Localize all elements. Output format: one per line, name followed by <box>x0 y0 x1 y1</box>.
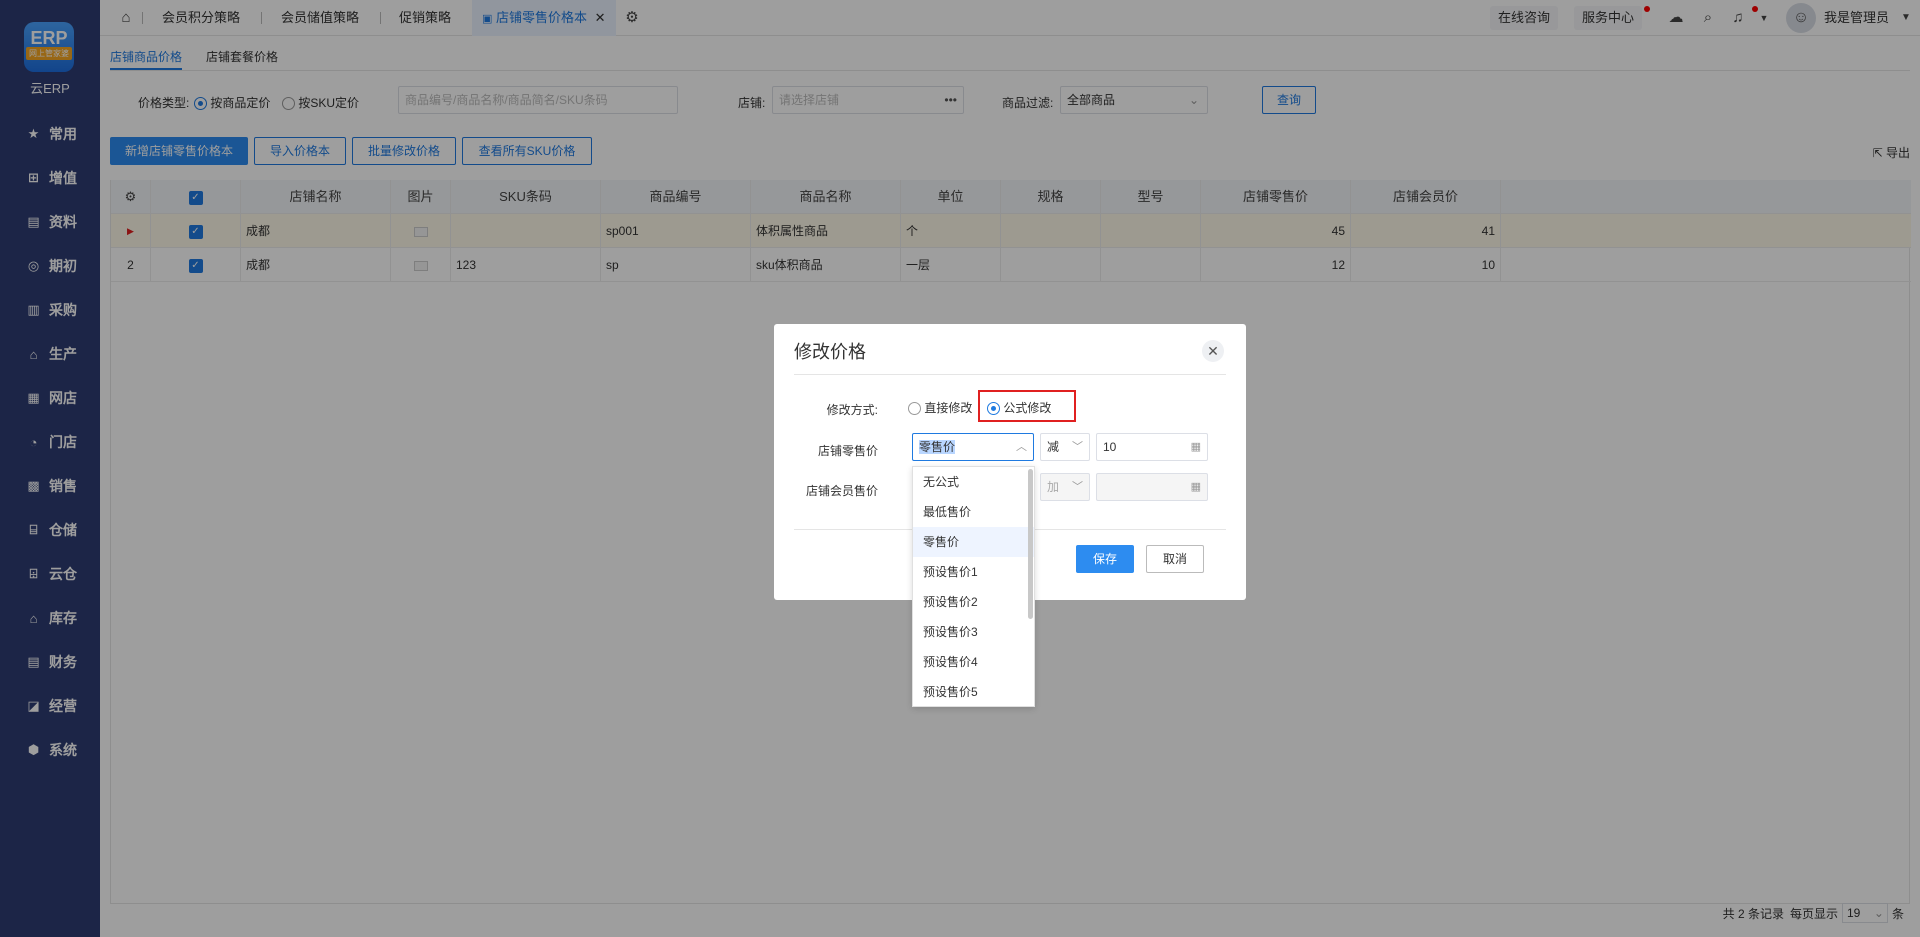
retail-price-label: 店铺零售价 <box>817 444 878 458</box>
radio-formula-modify[interactable]: 公式修改 <box>987 399 1051 416</box>
member-operator-value: 加 <box>1047 480 1060 494</box>
chevron-down-icon: ﹀ <box>1072 441 1083 453</box>
radio-icon[interactable] <box>987 402 1000 416</box>
retail-base-value: 零售价 <box>919 440 956 454</box>
dialog-title: 修改价格 <box>794 342 866 362</box>
retail-operator-select[interactable]: 减 ﹀ <box>1040 433 1090 461</box>
dropdown-option[interactable]: 最低售价 <box>913 497 1034 527</box>
radio-icon[interactable] <box>908 402 921 416</box>
chevron-down-icon: ﹀ <box>1072 481 1083 493</box>
radio-label: 直接修改 <box>924 401 973 415</box>
calculator-icon[interactable]: ▦ <box>1191 474 1201 500</box>
member-operator-select[interactable]: 加 ﹀ <box>1040 473 1090 501</box>
cancel-button[interactable]: 取消 <box>1146 545 1204 573</box>
radio-label: 公式修改 <box>1003 401 1052 415</box>
retail-operator-value: 减 <box>1047 440 1060 454</box>
dropdown-option[interactable]: 预设售价4 <box>913 647 1034 677</box>
dropdown-option-selected[interactable]: 零售价 <box>913 527 1034 557</box>
member-price-label: 店铺会员售价 <box>805 484 878 498</box>
mode-label: 修改方式: <box>826 403 878 417</box>
dropdown-option[interactable]: 预设售价5 <box>913 677 1034 706</box>
chevron-up-icon: ︿ <box>1016 441 1027 453</box>
calculator-icon[interactable]: ▦ <box>1191 434 1201 460</box>
member-amount-input[interactable]: ▦ <box>1096 473 1208 501</box>
radio-direct-modify[interactable]: 直接修改 <box>908 399 972 416</box>
formula-base-dropdown: 无公式 最低售价 零售价 预设售价1 预设售价2 预设售价3 预设售价4 预设售… <box>912 466 1035 707</box>
dropdown-scrollbar[interactable] <box>1028 469 1033 619</box>
dropdown-option[interactable]: 预设售价1 <box>913 557 1034 587</box>
save-button[interactable]: 保存 <box>1076 545 1134 573</box>
close-icon[interactable]: ✕ <box>1202 340 1224 362</box>
dropdown-option[interactable]: 预设售价3 <box>913 617 1034 647</box>
dropdown-option[interactable]: 预设售价2 <box>913 587 1034 617</box>
dropdown-option[interactable]: 无公式 <box>913 467 1034 497</box>
dialog-divider <box>794 374 1226 375</box>
retail-amount-value: 10 <box>1103 440 1117 454</box>
retail-amount-input[interactable]: 10 ▦ <box>1096 433 1208 461</box>
retail-base-select[interactable]: 零售价 ︿ <box>912 433 1034 461</box>
